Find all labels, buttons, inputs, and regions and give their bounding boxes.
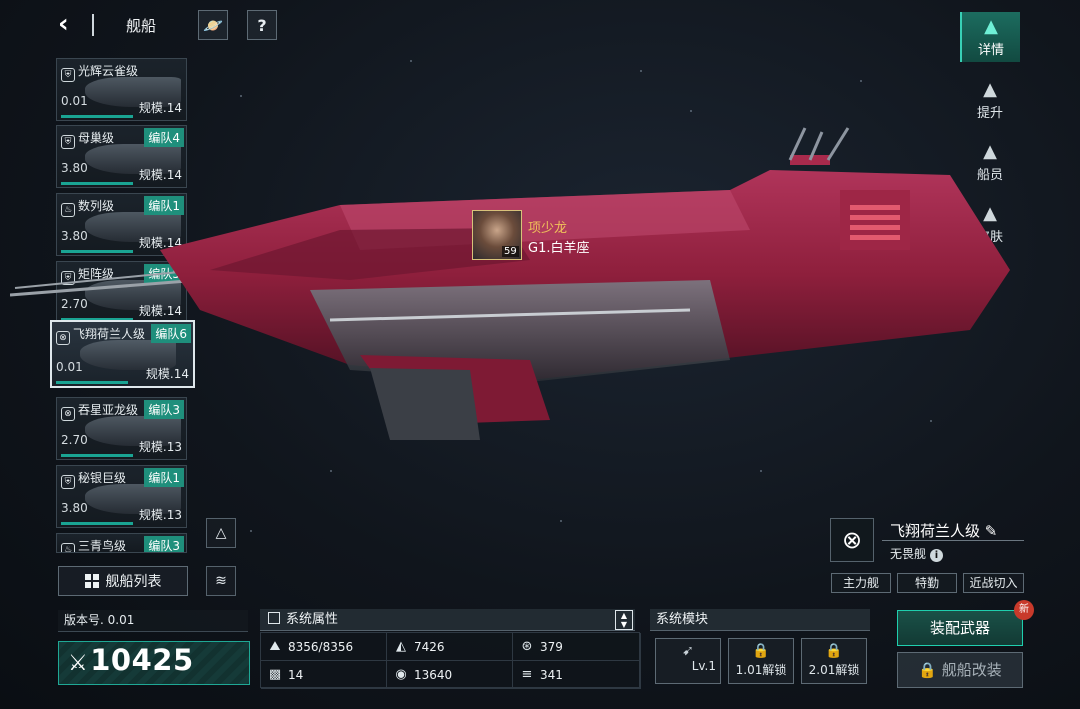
- attributes-grid: ⛰ 8356/8356 ◭ 7426 ⊛ 379 ▩ 14 ◉ 13640 ≡ 341: [260, 632, 641, 689]
- module-slot-2-label: 1.01解锁: [735, 663, 787, 677]
- equip-weapons-button[interactable]: 装配武器: [897, 610, 1023, 646]
- shield-round-icon: ⊛: [521, 639, 533, 654]
- power-number: 10425: [90, 643, 194, 677]
- crosshair-icon: ⊗: [830, 518, 874, 562]
- fleet-badge: 编队3: [144, 536, 184, 552]
- ship-name-text: 飞翔荷兰人级: [890, 522, 981, 540]
- back-button[interactable]: ‹: [58, 11, 84, 38]
- ship-type: 无畏舰 i: [890, 545, 944, 562]
- tab-label: 详情: [977, 42, 1004, 58]
- ship-progress-bar: [61, 454, 133, 457]
- shield-icon: ⛨: [61, 68, 75, 82]
- ship-name[interactable]: 飞翔荷兰人级 ✎: [890, 520, 997, 541]
- attribute-value: 8356/8356: [288, 639, 354, 654]
- attribute-cell: ≡ 341: [513, 661, 641, 689]
- page-title: 舰船: [126, 17, 157, 35]
- ship-version: 3.80: [61, 501, 88, 515]
- attribute-value: 13640: [414, 667, 453, 682]
- module-slot-1[interactable]: ➹ Lv.1: [655, 638, 721, 684]
- tag-special-ops: 特勤: [897, 573, 957, 593]
- tab-1[interactable]: ▲ 提升: [960, 75, 1020, 125]
- modify-ship-label: 舰船改装: [941, 661, 1002, 679]
- armor-icon: ◭: [396, 639, 406, 654]
- ship-class-label: 三青鸟级: [78, 539, 127, 553]
- swords-icon: ⚔: [68, 651, 89, 676]
- attribute-value: 7426: [414, 639, 445, 654]
- lock-icon: 🔒: [918, 661, 937, 679]
- attributes-expand-icon[interactable]: ▲ ▼: [615, 610, 633, 630]
- module-slot-3[interactable]: 🔒 2.01解锁: [801, 638, 867, 684]
- ship-thumbnail: [85, 552, 181, 553]
- version-label: 版本号. 0.01: [58, 610, 248, 632]
- tag-main-ship: 主力舰: [831, 573, 891, 593]
- hp-icon: ⛰: [269, 639, 281, 654]
- pilot-name: 项少龙: [528, 221, 568, 236]
- ship-type-text: 无畏舰: [890, 547, 927, 561]
- tab-label: 提升: [976, 105, 1003, 121]
- modules-header: 系统模块: [650, 609, 870, 631]
- ship-card[interactable]: ⛨ 秘银巨级 编队1 3.80 规模.13: [56, 465, 187, 528]
- ship-list-button-label: 舰船列表: [105, 574, 162, 590]
- tab-icon: ▲: [984, 15, 998, 37]
- ship-class: ♨ 三青鸟级: [61, 537, 127, 553]
- checker-icon: ▩: [268, 667, 282, 682]
- attribute-cell: ◭ 7426: [387, 633, 513, 661]
- planet-icon[interactable]: 🪐: [198, 10, 228, 40]
- fleet-icon[interactable]: ≋: [206, 566, 236, 596]
- header-divider: [92, 14, 94, 36]
- ship-class: ⛨ 光辉云雀级: [61, 62, 138, 82]
- modify-ship-button[interactable]: 🔒 舰船改装: [897, 652, 1023, 688]
- pilot-level: 59: [502, 246, 519, 257]
- attributes-header-icon: [268, 612, 280, 624]
- attribute-cell: ▩ 14: [261, 661, 387, 689]
- shield-icon: ⛨: [61, 475, 75, 489]
- edit-icon[interactable]: ✎: [985, 522, 998, 540]
- attribute-cell: ◉ 13640: [387, 661, 513, 689]
- grid-icon: [84, 574, 99, 588]
- fleet-badge: 编队1: [144, 468, 184, 487]
- tag-melee: 近战切入: [963, 573, 1024, 593]
- ship-class-label: 秘银巨级: [78, 471, 127, 485]
- attributes-header: 系统属性: [260, 609, 635, 631]
- lock-icon: 🔒: [752, 643, 770, 659]
- ship-class: ⛨ 秘银巨级: [61, 469, 126, 489]
- ship-scale: 规模.14: [138, 101, 182, 115]
- new-badge: 新: [1014, 600, 1034, 620]
- module-slot-2[interactable]: 🔒 1.01解锁: [728, 638, 794, 684]
- lock-icon: 🔒: [825, 643, 843, 659]
- ship-class-label: 光辉云雀级: [78, 64, 139, 78]
- module-slot-3-label: 2.01解锁: [808, 663, 860, 677]
- target-icon: ◉: [395, 667, 407, 682]
- tab-0[interactable]: ▲ 详情: [960, 12, 1020, 62]
- ship-progress-bar: [61, 115, 133, 118]
- ship-model: [10, 127, 1010, 440]
- info-icon[interactable]: i: [930, 549, 944, 562]
- help-icon[interactable]: ?: [247, 10, 277, 40]
- speed-icon: ≡: [521, 667, 533, 682]
- ship-version: 0.01: [61, 94, 88, 108]
- power-value: ⚔10425: [68, 643, 194, 677]
- attribute-cell: ⛰ 8356/8356: [261, 633, 387, 661]
- ship-progress-bar: [61, 522, 133, 525]
- attribute-value: 341: [540, 667, 563, 682]
- ship-name-divider: [882, 540, 1024, 541]
- ship-card[interactable]: ♨ 三青鸟级 编队3: [56, 533, 187, 553]
- tab-icon: ▲: [983, 78, 997, 100]
- module-arrow-icon: ➹: [682, 643, 694, 659]
- ship-list-button[interactable]: 舰船列表: [58, 566, 188, 596]
- attribute-value: 379: [540, 639, 563, 654]
- module-slot-1-label: Lv.1: [691, 659, 716, 673]
- flame-icon: ♨: [61, 543, 75, 552]
- attribute-cell: ⊛ 379: [513, 633, 641, 661]
- attributes-title: 系统属性: [286, 612, 339, 627]
- ship-card[interactable]: ⛨ 光辉云雀级 0.01 规模.14: [56, 58, 187, 121]
- formation-icon[interactable]: △: [206, 518, 236, 548]
- pilot-title: G1.白羊座: [528, 241, 590, 256]
- attribute-value: 14: [288, 667, 304, 682]
- ship-scale: 规模.13: [138, 508, 182, 522]
- ship-scale: 规模.13: [138, 440, 182, 454]
